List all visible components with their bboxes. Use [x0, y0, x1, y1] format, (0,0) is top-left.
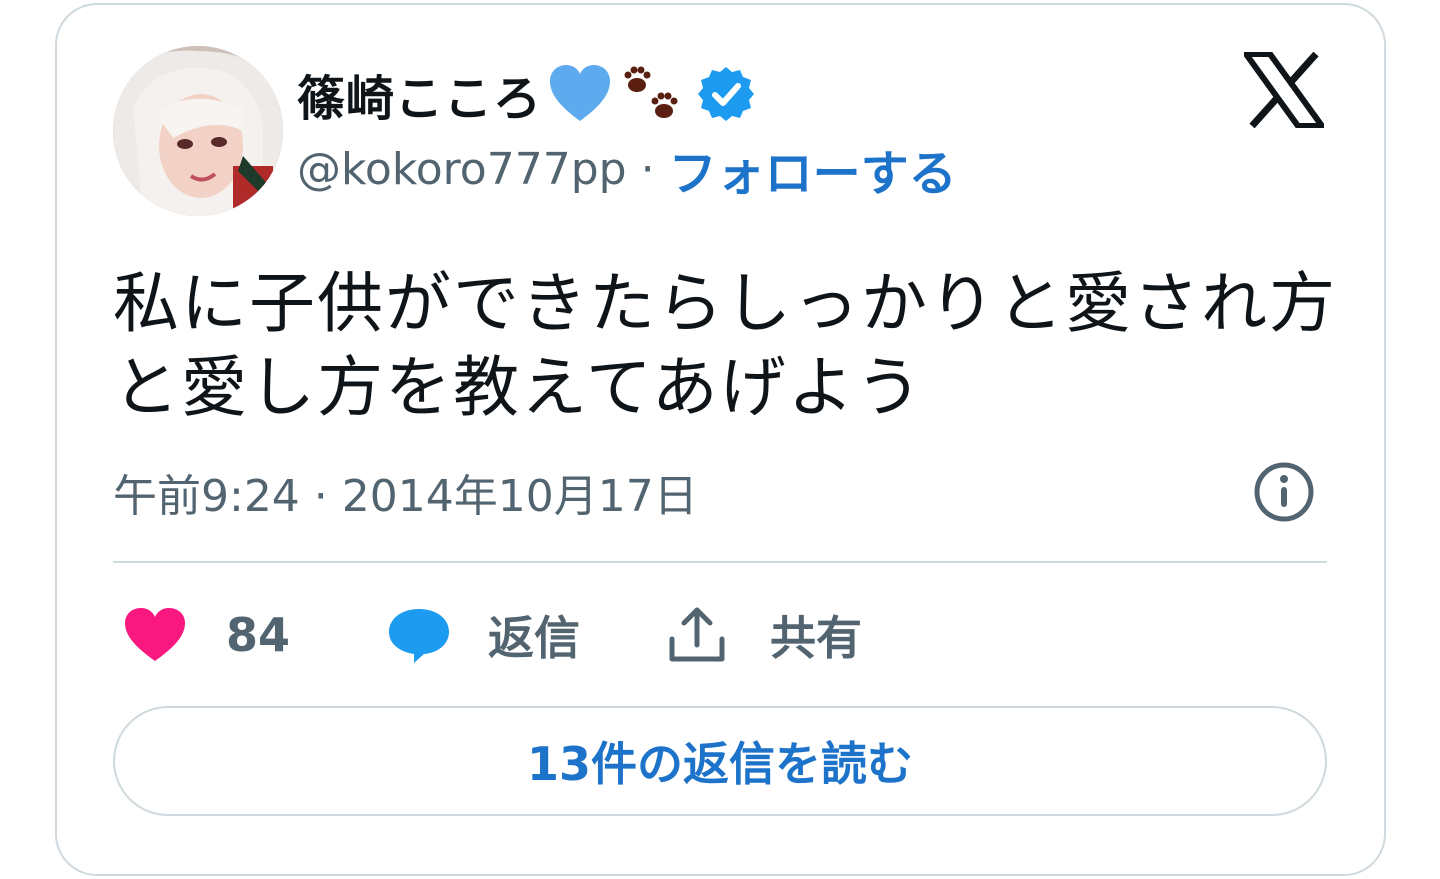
user-handle[interactable]: @kokoro777pp	[297, 144, 627, 195]
divider	[113, 561, 1327, 563]
upload-share-icon	[669, 607, 725, 662]
tweet-text: 私に子供ができたらしっかりと愛され方と愛し方を教えてあげよう	[113, 265, 1337, 426]
display-name[interactable]: 篠崎こころ	[297, 59, 542, 129]
share-button[interactable]: 共有	[664, 602, 862, 668]
tweet-timestamp[interactable]: 午前9:24 · 2014年10月17日	[113, 460, 698, 524]
like-count: 84	[226, 608, 291, 662]
x-logo-icon[interactable]	[1244, 52, 1324, 128]
read-replies-button[interactable]: 13件の返信を読む	[113, 706, 1327, 816]
speech-bubble-icon	[389, 609, 450, 663]
avatar[interactable]	[113, 46, 283, 216]
separator-dot: ·	[640, 143, 655, 195]
follow-button[interactable]: フォローする	[669, 134, 957, 204]
info-icon[interactable]	[1252, 460, 1316, 524]
heart-icon	[125, 608, 185, 661]
avatar-photo	[113, 46, 283, 216]
paw-prints-icon	[624, 66, 678, 118]
blue-heart-icon	[550, 65, 611, 121]
share-label: 共有	[770, 611, 863, 665]
reply-label: 返信	[488, 611, 581, 665]
read-replies-label: 13件の返信を読む	[526, 737, 913, 791]
action-bar: 84 返信 共有	[122, 600, 862, 670]
like-button[interactable]: 84	[122, 605, 290, 665]
verified-badge-icon	[698, 67, 755, 121]
reply-button[interactable]: 返信	[386, 602, 580, 668]
